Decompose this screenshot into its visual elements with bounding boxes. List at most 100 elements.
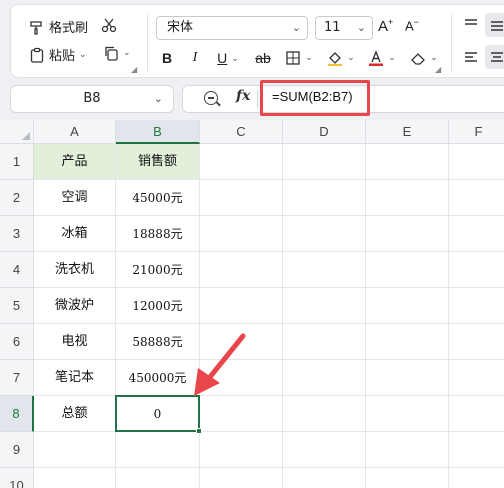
format-painter-button[interactable]: 格式刷 xyxy=(29,17,88,36)
font-name-select[interactable]: 宋体 ⌄ xyxy=(156,16,308,40)
cell-f7[interactable] xyxy=(449,360,504,396)
font-group-launcher-icon[interactable]: ◢ xyxy=(435,65,441,74)
cell-b2[interactable]: 45000元 xyxy=(116,180,200,216)
cell-a7[interactable]: 笔记本 xyxy=(34,360,116,396)
column-header-a[interactable]: A xyxy=(34,120,116,144)
cell-c9[interactable] xyxy=(200,432,283,468)
bold-button[interactable]: B xyxy=(157,47,177,69)
column-header-b[interactable]: B xyxy=(116,120,200,144)
cell-d4[interactable] xyxy=(283,252,366,288)
row-header-4[interactable]: 4 xyxy=(0,252,34,288)
name-box[interactable]: B8 ⌄ xyxy=(10,85,174,113)
cell-d6[interactable] xyxy=(283,324,366,360)
align-left-button[interactable] xyxy=(463,49,479,65)
cell-c1[interactable] xyxy=(200,144,283,180)
cell-f6[interactable] xyxy=(449,324,504,360)
cell-d3[interactable] xyxy=(283,216,366,252)
cell-f4[interactable] xyxy=(449,252,504,288)
row-header-2[interactable]: 2 xyxy=(0,180,34,216)
fill-color-button[interactable]: ⌄ xyxy=(323,47,359,69)
decrease-font-button[interactable]: A− xyxy=(405,17,419,33)
row-header-1[interactable]: 1 xyxy=(0,144,34,180)
underline-button[interactable]: U ⌄ xyxy=(213,47,243,69)
row-header-5[interactable]: 5 xyxy=(0,288,34,324)
cell-a4[interactable]: 洗衣机 xyxy=(34,252,116,288)
copy-button[interactable]: ⌄ xyxy=(103,45,131,61)
align-center-button[interactable] xyxy=(485,45,504,69)
align-top-button[interactable] xyxy=(463,17,479,33)
cell-e2[interactable] xyxy=(366,180,449,216)
cell-c5[interactable] xyxy=(200,288,283,324)
strikethrough-button[interactable]: ab xyxy=(251,47,275,69)
cell-d10[interactable] xyxy=(283,468,366,488)
cell-c7[interactable] xyxy=(200,360,283,396)
column-header-e[interactable]: E xyxy=(366,120,449,144)
row-header-7[interactable]: 7 xyxy=(0,360,34,396)
cell-b6[interactable]: 58888元 xyxy=(116,324,200,360)
row-header-3[interactable]: 3 xyxy=(0,216,34,252)
cell-f8[interactable] xyxy=(449,396,504,432)
cell-e4[interactable] xyxy=(366,252,449,288)
cell-d5[interactable] xyxy=(283,288,366,324)
cell-e9[interactable] xyxy=(366,432,449,468)
cell-f3[interactable] xyxy=(449,216,504,252)
align-middle-button[interactable] xyxy=(485,13,504,37)
cell-d7[interactable] xyxy=(283,360,366,396)
cell-a3[interactable]: 冰箱 xyxy=(34,216,116,252)
cut-button[interactable] xyxy=(101,17,117,33)
cell-f5[interactable] xyxy=(449,288,504,324)
cell-a8[interactable]: 总额 xyxy=(34,396,116,432)
cell-c2[interactable] xyxy=(200,180,283,216)
cell-e8[interactable] xyxy=(366,396,449,432)
column-header-d[interactable]: D xyxy=(283,120,366,144)
cell-e5[interactable] xyxy=(366,288,449,324)
border-button[interactable]: ⌄ xyxy=(283,47,315,69)
cell-c8[interactable] xyxy=(200,396,283,432)
cell-c6[interactable] xyxy=(200,324,283,360)
row-header-10[interactable]: 10 xyxy=(0,468,34,488)
cell-b10[interactable] xyxy=(116,468,200,488)
italic-button[interactable]: I xyxy=(185,47,205,69)
cell-f10[interactable] xyxy=(449,468,504,488)
fill-handle[interactable] xyxy=(196,428,202,434)
cell-b7[interactable]: 450000元 xyxy=(116,360,200,396)
cell-e1[interactable] xyxy=(366,144,449,180)
cell-e7[interactable] xyxy=(366,360,449,396)
cell-f2[interactable] xyxy=(449,180,504,216)
cell-f9[interactable] xyxy=(449,432,504,468)
cell-d9[interactable] xyxy=(283,432,366,468)
zoom-out-icon[interactable] xyxy=(204,91,218,105)
font-color-button[interactable]: ⌄ xyxy=(365,47,399,69)
cell-e6[interactable] xyxy=(366,324,449,360)
cell-e10[interactable] xyxy=(366,468,449,488)
cell-f1[interactable] xyxy=(449,144,504,180)
cell-a6[interactable]: 电视 xyxy=(34,324,116,360)
spreadsheet-grid[interactable]: A B C D E F 1 产品 销售额 2 空调 45000元 3 冰箱 18888元 4 洗衣机 21000元… xyxy=(0,120,504,488)
cell-a9[interactable] xyxy=(34,432,116,468)
cell-a1[interactable]: 产品 xyxy=(34,144,116,180)
cell-d1[interactable] xyxy=(283,144,366,180)
cell-b4[interactable]: 21000元 xyxy=(116,252,200,288)
cell-e3[interactable] xyxy=(366,216,449,252)
row-header-8[interactable]: 8 xyxy=(0,396,34,432)
cell-a10[interactable] xyxy=(34,468,116,488)
row-header-9[interactable]: 9 xyxy=(0,432,34,468)
clipboard-group-launcher-icon[interactable]: ◢ xyxy=(131,65,137,74)
column-header-f[interactable]: F xyxy=(449,120,504,144)
cell-b3[interactable]: 18888元 xyxy=(116,216,200,252)
cell-d8[interactable] xyxy=(283,396,366,432)
cell-d2[interactable] xyxy=(283,180,366,216)
increase-font-button[interactable]: A+ xyxy=(378,17,393,35)
cell-a5[interactable]: 微波炉 xyxy=(34,288,116,324)
function-icon[interactable]: fx xyxy=(236,88,250,104)
cell-c4[interactable] xyxy=(200,252,283,288)
cell-c3[interactable] xyxy=(200,216,283,252)
column-header-c[interactable]: C xyxy=(200,120,283,144)
select-all-corner[interactable] xyxy=(0,120,34,144)
row-header-6[interactable]: 6 xyxy=(0,324,34,360)
cell-a2[interactable]: 空调 xyxy=(34,180,116,216)
cell-b5[interactable]: 12000元 xyxy=(116,288,200,324)
cell-b1[interactable]: 销售额 xyxy=(116,144,200,180)
cell-c10[interactable] xyxy=(200,468,283,488)
font-size-select[interactable]: 11 ⌄ xyxy=(315,16,373,40)
